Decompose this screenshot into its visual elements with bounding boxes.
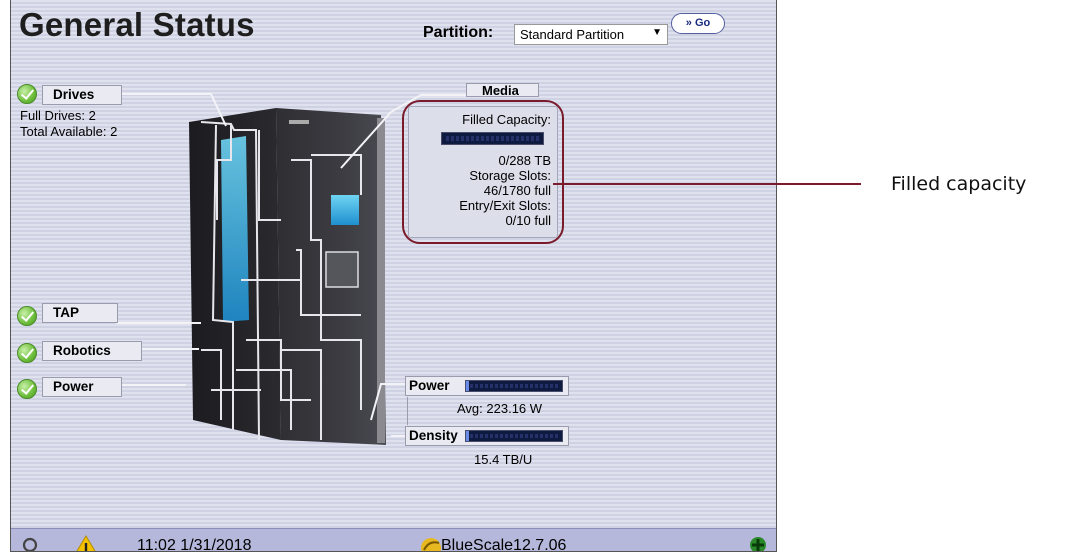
bluescale-version[interactable]: BlueScale12.7.06: [441, 537, 566, 551]
warning-triangle-icon[interactable]: [73, 534, 99, 552]
density-bar-fill: [466, 431, 469, 441]
status-bar: 11:02 1/31/2018 BlueScale12.7.06: [11, 528, 776, 552]
power-bar-fill: [466, 381, 469, 391]
connector-lines: [116, 93, 538, 437]
general-status-panel: General Status Partition: Standard Parti…: [10, 0, 777, 552]
callout-line: [553, 183, 861, 185]
power-status-check-icon: [17, 379, 37, 399]
density-metric-box[interactable]: Density: [405, 426, 569, 446]
bluescale-logo-icon: [421, 538, 441, 551]
power-metric-box[interactable]: Power: [405, 376, 569, 396]
total-available-text: Total Available: 2: [20, 124, 118, 139]
power-metric-label: Power: [409, 378, 450, 393]
refresh-icon[interactable]: [21, 536, 39, 552]
callout-label: Filled capacity: [891, 173, 1027, 195]
robotics-status-check-icon: [17, 343, 37, 363]
density-metric-label: Density: [409, 428, 458, 443]
drives-status-check-icon: [17, 84, 37, 104]
density-value-text: 15.4 TB/U: [474, 452, 533, 467]
power-average-text: Avg: 223.16 W: [457, 401, 543, 416]
power-bar-segments: [470, 384, 558, 388]
filled-capacity-highlight: [402, 100, 564, 244]
power-bar: [465, 380, 563, 392]
full-drives-text: Full Drives: 2: [20, 108, 96, 123]
network-icon[interactable]: [748, 535, 768, 552]
density-bar: [465, 430, 563, 442]
power-component-label[interactable]: Power: [42, 377, 122, 397]
status-datetime: 11:02 1/31/2018: [137, 537, 252, 552]
media-label[interactable]: Media: [466, 83, 539, 97]
density-bar-segments: [470, 434, 558, 438]
drives-label[interactable]: Drives: [42, 85, 122, 105]
power-bracket: [407, 397, 408, 425]
tap-label[interactable]: TAP: [42, 303, 118, 323]
robotics-label[interactable]: Robotics: [42, 341, 142, 361]
tap-status-check-icon: [17, 306, 37, 326]
